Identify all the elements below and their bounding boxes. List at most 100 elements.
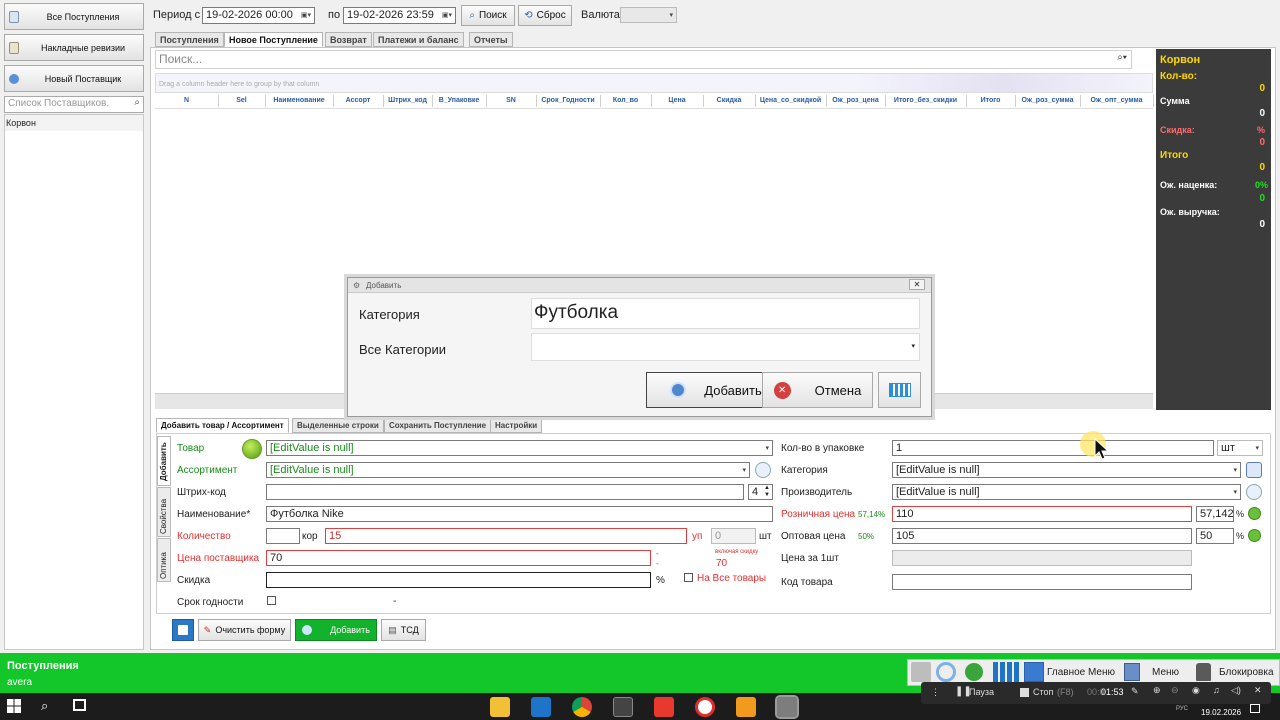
supplier-list-item[interactable]: Корвон bbox=[5, 115, 143, 131]
assortment-select[interactable]: [EditValue is null] ▾ bbox=[266, 462, 750, 478]
grid-column-header[interactable]: Sel bbox=[218, 97, 265, 104]
tab-new-receipt[interactable]: Новое Поступление bbox=[224, 32, 323, 47]
invoice-audits-button[interactable]: Накладные ревизии bbox=[4, 34, 144, 61]
yandex-browser-icon[interactable] bbox=[694, 696, 715, 717]
pause-label[interactable]: Пауза bbox=[969, 687, 994, 697]
tab-return[interactable]: Возврат bbox=[325, 32, 372, 47]
discount-input[interactable] bbox=[266, 572, 651, 588]
manufacturer-settings-icon[interactable] bbox=[1246, 484, 1262, 500]
product-pick-icon[interactable] bbox=[242, 439, 262, 459]
vtab-properties[interactable]: Свойства bbox=[157, 487, 171, 537]
windows-start-icon[interactable] bbox=[7, 699, 21, 713]
grid-column-header[interactable]: Срок_Годности bbox=[536, 97, 600, 104]
tab-receipts[interactable]: Поступления bbox=[155, 32, 224, 47]
pen-icon[interactable]: ✎ bbox=[1131, 686, 1139, 697]
printer-icon[interactable] bbox=[911, 662, 931, 682]
zoom-out-icon[interactable]: ⊖ bbox=[1171, 685, 1179, 696]
category-settings-icon[interactable] bbox=[1246, 462, 1262, 478]
expiry-checkbox[interactable] bbox=[267, 596, 276, 605]
tab-selected-rows[interactable]: Выделенные строки bbox=[292, 418, 384, 433]
save-form-button[interactable] bbox=[172, 619, 194, 641]
speaker-icon[interactable]: ◁) bbox=[1231, 685, 1241, 696]
grid-column-header[interactable]: Ож_опт_сумма bbox=[1080, 97, 1153, 104]
supplier-search-input[interactable]: Список Поставщиков. ⌕ bbox=[4, 96, 144, 113]
dialog-all-categories-select[interactable]: ▾ bbox=[531, 333, 920, 361]
wholesale-price-input[interactable]: 105 bbox=[892, 528, 1192, 544]
search-icon[interactable]: ⌕ bbox=[41, 698, 48, 714]
quantity-input[interactable]: 15 bbox=[325, 528, 687, 544]
tab-payments-balance[interactable]: Платежи и баланс bbox=[373, 32, 464, 47]
supplier-price-input[interactable]: 70 bbox=[266, 550, 651, 566]
all-goods-checkbox[interactable] bbox=[684, 573, 693, 582]
refresh-icon[interactable] bbox=[936, 662, 956, 682]
date-to-field[interactable]: 19-02-2026 23:59 ▣▾ bbox=[343, 7, 456, 24]
grid-column-header[interactable]: Ассорт bbox=[333, 97, 383, 104]
grid-column-header[interactable]: Штрих_код bbox=[383, 97, 432, 104]
webcam-icon[interactable]: ◉ bbox=[1192, 685, 1200, 696]
drag-handle-icon[interactable]: ⋮ bbox=[931, 687, 940, 698]
all-receipts-button[interactable]: Все Поступления bbox=[4, 3, 144, 30]
grid-column-header[interactable]: Наименование bbox=[265, 97, 333, 104]
grid-column-header[interactable]: Ож_роз_цена bbox=[826, 97, 885, 104]
grid-column-header[interactable]: Итого bbox=[966, 97, 1015, 104]
search-button[interactable]: ⌕ Поиск bbox=[461, 5, 515, 26]
close-icon[interactable]: ✕ bbox=[1254, 685, 1262, 696]
grid-column-header[interactable]: SN bbox=[486, 97, 536, 104]
product-code-input[interactable] bbox=[892, 574, 1192, 590]
add-button[interactable]: Добавить bbox=[295, 619, 377, 641]
grid-search-input[interactable]: Поиск... ⌕▾ bbox=[155, 50, 1132, 69]
task-view-icon[interactable] bbox=[73, 699, 86, 711]
file-explorer-icon[interactable] bbox=[489, 696, 510, 717]
barcode-spinner[interactable]: 4 ▲ ▼ bbox=[748, 484, 773, 500]
grid-icon[interactable] bbox=[993, 662, 1019, 682]
calendar-dropdown-icon[interactable]: ▣▾ bbox=[442, 11, 452, 19]
spinner-arrows-icon[interactable]: ▲ ▼ bbox=[764, 485, 770, 499]
grid-column-header[interactable]: Скидка bbox=[703, 97, 755, 104]
lock-label[interactable]: Блокировка bbox=[1219, 667, 1274, 678]
notification-icon[interactable] bbox=[1250, 704, 1260, 713]
search-options-icon[interactable]: ⌕▾ bbox=[1117, 52, 1127, 63]
vtab-optics[interactable]: Оптика bbox=[157, 538, 171, 582]
wholesale-markup-input[interactable]: 50 bbox=[1196, 528, 1234, 544]
category-select[interactable]: [EditValue is null] ▾ bbox=[892, 462, 1241, 478]
calculator-icon[interactable] bbox=[612, 696, 633, 717]
barcode-input[interactable] bbox=[266, 484, 744, 500]
vtab-add[interactable]: Добавить bbox=[157, 436, 171, 486]
clock-date[interactable]: 19.02.2026 bbox=[1201, 708, 1241, 717]
name-input[interactable]: Футболка Nike bbox=[266, 506, 773, 522]
lock-icon[interactable] bbox=[1196, 663, 1211, 681]
tab-reports[interactable]: Отчеты bbox=[469, 32, 513, 47]
assortment-settings-icon[interactable] bbox=[755, 462, 771, 478]
app-orange-icon[interactable] bbox=[735, 696, 756, 717]
grid-column-header[interactable]: N bbox=[155, 97, 218, 104]
anydesk-icon[interactable] bbox=[653, 696, 674, 717]
quantity-box-input[interactable] bbox=[266, 528, 300, 544]
dialog-category-input[interactable]: Футболка bbox=[531, 298, 920, 329]
grid-column-header[interactable]: Цена_со_скидкой bbox=[755, 97, 826, 104]
retail-price-input[interactable]: 110 bbox=[892, 506, 1192, 522]
retail-apply-icon[interactable] bbox=[1248, 507, 1261, 520]
pieces-input[interactable]: 0 bbox=[711, 528, 756, 544]
grid-column-header[interactable]: Цена bbox=[651, 97, 703, 104]
manufacturer-select[interactable]: [EditValue is null] ▾ bbox=[892, 484, 1241, 500]
stop-label[interactable]: Стоп bbox=[1033, 687, 1053, 697]
grid-column-header[interactable]: Ож_роз_сумма bbox=[1015, 97, 1080, 104]
date-from-field[interactable]: 19-02-2026 00:00 ▣▾ bbox=[202, 7, 315, 24]
product-select[interactable]: [EditValue is null] ▾ bbox=[266, 440, 773, 456]
menu-label[interactable]: Меню bbox=[1152, 667, 1179, 678]
dialog-keyboard-button[interactable] bbox=[878, 372, 921, 408]
zoom-in-icon[interactable]: ⊕ bbox=[1153, 685, 1161, 696]
menu-icon[interactable] bbox=[1124, 663, 1140, 681]
currency-select[interactable]: ▾ bbox=[620, 7, 677, 23]
tab-add-product[interactable]: Добавить товар / Ассортимент bbox=[156, 418, 289, 433]
close-icon[interactable]: ✕ bbox=[909, 279, 925, 290]
retail-markup-input[interactable]: 57,142 bbox=[1196, 506, 1234, 522]
tab-settings[interactable]: Настройки bbox=[490, 418, 543, 433]
chrome-icon[interactable] bbox=[571, 696, 592, 717]
input-language[interactable]: РУС bbox=[1176, 706, 1188, 712]
pack-qty-input[interactable]: 1 bbox=[892, 440, 1214, 456]
wholesale-apply-icon[interactable] bbox=[1248, 529, 1261, 542]
grid-column-header[interactable]: В_Упаковке bbox=[432, 97, 486, 104]
new-supplier-button[interactable]: Новый Поставщик bbox=[4, 65, 144, 92]
dialog-cancel-button[interactable]: ✕ Отмена bbox=[762, 372, 873, 408]
